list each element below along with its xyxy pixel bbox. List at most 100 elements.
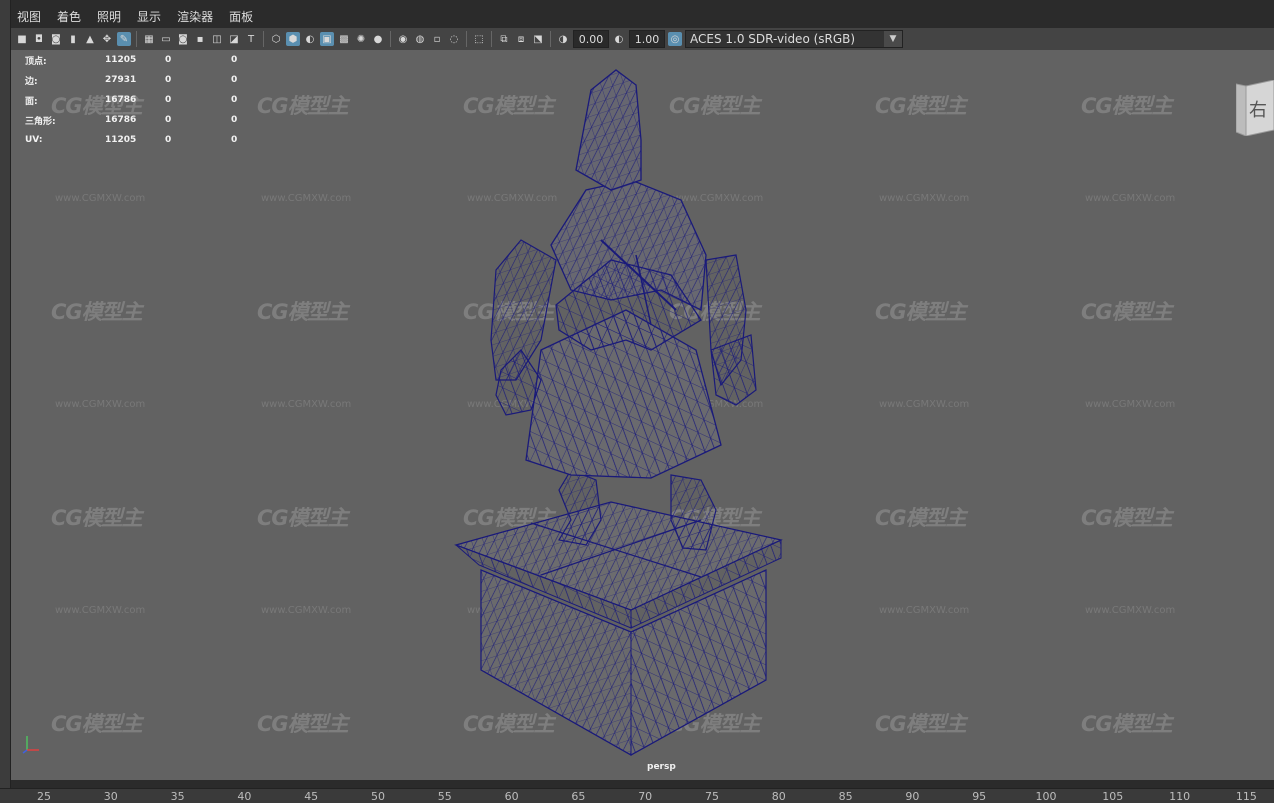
menu-lighting[interactable]: 照明 — [91, 8, 127, 25]
hud-label: UV: — [25, 135, 43, 145]
ruler-tick-label: 60 — [504, 790, 519, 803]
ruler-tick-label: 85 — [838, 790, 853, 803]
xray-icon[interactable]: ⧉ — [497, 32, 511, 46]
ruler-tick-label: 90 — [905, 790, 920, 803]
hud-value: 16786 — [105, 115, 137, 125]
motion-blur-icon[interactable]: ◍ — [413, 32, 427, 46]
ruler-tick-label: 100 — [1035, 790, 1057, 803]
maya-viewport-window: 视图 着色 照明 显示 渲染器 面板 ■ ◘ ◙ ▮ ▲ ✥ ✎ ▦ ▭ ◙ ▪… — [0, 0, 1274, 803]
ruler-tick-label: 110 — [1169, 790, 1191, 803]
hud-value: 0 — [165, 135, 172, 145]
3d-viewport[interactable]: CG模型主 www.CGMXW.com CG模型主 www.CGMXW.com CG模型… — [11, 50, 1274, 780]
exposure-icon[interactable]: ◑ — [556, 32, 570, 46]
ruler-tick-label: 65 — [571, 790, 586, 803]
hud-value: 0 — [231, 55, 238, 65]
toolbar-divider — [263, 31, 264, 47]
ruler-tick-label: 25 — [37, 790, 51, 803]
toolbar-divider — [136, 31, 137, 47]
resolution-gate-icon[interactable]: ◙ — [176, 32, 190, 46]
wireframe-icon[interactable]: ⬡ — [269, 32, 283, 46]
isolate-select-icon[interactable]: ⬚ — [472, 32, 486, 46]
depth-of-field-icon[interactable]: ◌ — [447, 32, 461, 46]
menu-shading[interactable]: 着色 — [51, 8, 87, 25]
ruler-tick-label: 105 — [1102, 790, 1124, 803]
ruler-tick-label: 30 — [103, 790, 118, 803]
hud-value: 0 — [231, 115, 238, 125]
hud-value: 0 — [231, 135, 238, 145]
gate-mask-icon[interactable]: ▪ — [193, 32, 207, 46]
hud-value: 0 — [165, 115, 172, 125]
backface-icon[interactable]: ⬔ — [531, 32, 545, 46]
hud-value: 16786 — [105, 95, 137, 105]
pedestal — [454, 501, 783, 756]
shadows-icon[interactable]: ● — [371, 32, 385, 46]
menu-view[interactable]: 视图 — [11, 8, 47, 25]
hud-label: 边: — [25, 76, 38, 87]
poly-count-hud: 顶点: 11205 0 0 边: 27931 0 0 面: 16786 0 0 … — [25, 50, 271, 150]
menu-renderer[interactable]: 渲染器 — [171, 8, 219, 25]
ruler-tick-label: 70 — [638, 790, 653, 803]
toolbar-divider — [491, 31, 492, 47]
menu-show[interactable]: 显示 — [131, 8, 167, 25]
time-slider-ruler[interactable]: 25 30 35 40 45 50 55 60 65 70 75 80 85 90 95 100 105 110 1… — [0, 788, 1274, 803]
hud-value: 0 — [165, 75, 172, 85]
toolbar-divider — [466, 31, 467, 47]
view-cube[interactable]: 右 — [1236, 80, 1274, 136]
left-panel-edge — [0, 0, 11, 788]
ruler-tick-label: 35 — [170, 790, 185, 803]
toolbar-divider — [550, 31, 551, 47]
hud-value: 0 — [165, 55, 172, 65]
panel-toolbar: ■ ◘ ◙ ▮ ▲ ✥ ✎ ▦ ▭ ◙ ▪ ◫ ◪ T ⬡ ⬢ ◐ ▣ ▩ ✺ … — [11, 28, 1274, 50]
axis-gizmo-icon — [22, 736, 39, 754]
pencil-icon[interactable]: ✎ — [117, 32, 131, 46]
hud-row-triangles: 三角形: 16786 0 0 — [25, 110, 271, 130]
safe-title-icon[interactable]: T — [244, 32, 258, 46]
view-cube-face-label: 右 — [1249, 100, 1267, 121]
hud-value: 0 — [231, 75, 238, 85]
hud-value: 0 — [165, 95, 172, 105]
camera-icon[interactable]: ■ — [15, 32, 29, 46]
default-material-icon[interactable]: ◐ — [303, 32, 317, 46]
hud-row-vertices: 顶点: 11205 0 0 — [25, 50, 271, 70]
move-pivot-icon[interactable]: ✥ — [100, 32, 114, 46]
grid-icon[interactable]: ▦ — [142, 32, 156, 46]
ruler-tick-label: 95 — [972, 790, 987, 803]
hud-label: 面: — [25, 96, 38, 107]
view-transform-select[interactable]: ACES 1.0 SDR-video (sRGB) ▼ — [685, 30, 903, 48]
hud-value: 11205 — [105, 135, 137, 145]
ruler-tick-label: 50 — [371, 790, 385, 803]
safe-action-icon[interactable]: ◪ — [227, 32, 241, 46]
textured-icon[interactable]: ▣ — [320, 32, 334, 46]
hud-value: 11205 — [105, 55, 137, 65]
chevron-down-icon[interactable]: ▼ — [884, 31, 902, 47]
hud-value: 27931 — [105, 75, 137, 85]
smooth-shade-icon[interactable]: ⬢ — [286, 32, 300, 46]
film-gate-icon[interactable]: ▭ — [159, 32, 173, 46]
wireframe-model[interactable] — [11, 50, 1274, 780]
exposure-field[interactable]: 0.00 — [573, 30, 609, 48]
use-all-lights-icon[interactable]: ✺ — [354, 32, 368, 46]
gamma-icon[interactable]: ◐ — [612, 32, 626, 46]
xray-joints-icon[interactable]: ⧈ — [514, 32, 528, 46]
anti-aliasing-icon[interactable]: ▫ — [430, 32, 444, 46]
statue-figure — [490, 69, 757, 551]
hud-row-edges: 边: 27931 0 0 — [25, 70, 271, 90]
view-transform-value: ACES 1.0 SDR-video (sRGB) — [690, 32, 856, 46]
checker-icon[interactable]: ▩ — [337, 32, 351, 46]
camera-lock-icon[interactable]: ◙ — [49, 32, 63, 46]
menu-panels[interactable]: 面板 — [223, 8, 259, 25]
camera-attributes-icon[interactable]: ◘ — [32, 32, 46, 46]
gamma-field[interactable]: 1.00 — [629, 30, 665, 48]
toolbar-divider — [390, 31, 391, 47]
color-management-icon[interactable]: ◎ — [668, 32, 682, 46]
image-plane-icon[interactable]: ▲ — [83, 32, 97, 46]
ambient-occlusion-icon[interactable]: ◉ — [396, 32, 410, 46]
camera-name-label: persp — [647, 762, 676, 772]
field-chart-icon[interactable]: ◫ — [210, 32, 224, 46]
hud-label: 三角形: — [25, 116, 56, 127]
hud-row-faces: 面: 16786 0 0 — [25, 90, 271, 110]
ruler-tick-label: 75 — [705, 790, 719, 803]
ruler-tick-label: 45 — [304, 790, 319, 803]
bookmark-icon[interactable]: ▮ — [66, 32, 80, 46]
hud-label: 顶点: — [25, 56, 47, 67]
